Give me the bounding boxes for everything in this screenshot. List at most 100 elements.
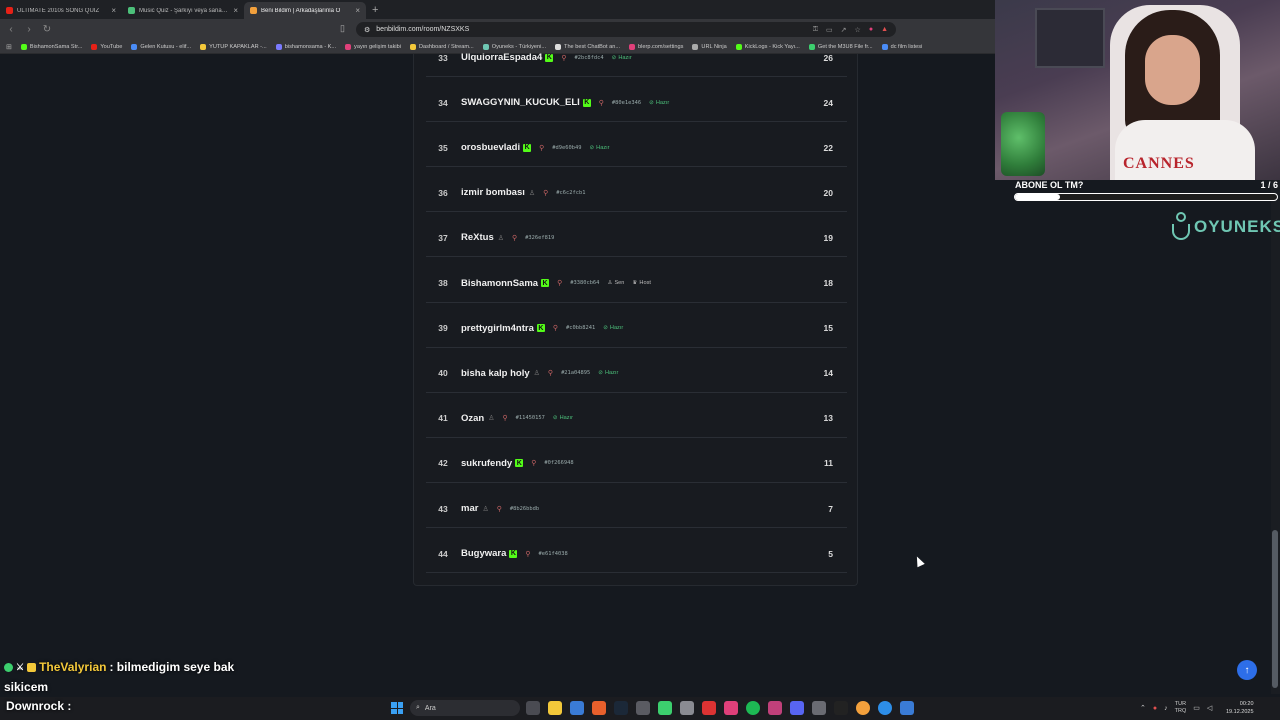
bookmark-item[interactable]: yayın gelişim takibi bbox=[345, 43, 401, 50]
system-clock[interactable]: 00:20 19.12.2025 bbox=[1226, 700, 1254, 716]
player-rank: 39 bbox=[438, 323, 448, 334]
language-indicator[interactable]: TUR TRQ bbox=[1175, 701, 1187, 715]
tray-chevron-icon[interactable]: ⌃ bbox=[1140, 704, 1146, 712]
voice-icon[interactable]: ⚲ bbox=[503, 414, 508, 422]
brand-text: OYUNEKS bbox=[1194, 217, 1280, 236]
volume-icon[interactable]: ◁ bbox=[1207, 704, 1212, 712]
steam-icon[interactable] bbox=[614, 701, 628, 715]
new-tab-button[interactable]: + bbox=[372, 2, 378, 19]
kick-badge-icon: K bbox=[509, 549, 518, 558]
bookmark-favicon-icon bbox=[345, 43, 352, 50]
you-label: Sen bbox=[614, 280, 625, 286]
system-tray: ⌃ ● ♪ TUR TRQ ▭ ◁ bbox=[1140, 701, 1212, 715]
ready-badge: ⊘ Hazır bbox=[553, 415, 573, 421]
tab-close-icon[interactable]: × bbox=[233, 6, 238, 15]
app-icon-8[interactable] bbox=[680, 701, 694, 715]
voice-icon[interactable]: ⚲ bbox=[599, 99, 604, 107]
task-view-icon[interactable] bbox=[526, 701, 540, 715]
chrome-icon[interactable] bbox=[856, 701, 870, 715]
kick-badge-icon: K bbox=[541, 279, 550, 287]
app-icon-7[interactable] bbox=[658, 701, 672, 715]
edge-icon[interactable] bbox=[878, 701, 892, 715]
bookmark-favicon-icon bbox=[200, 43, 207, 50]
player-id: #2bc8fdc4 bbox=[574, 54, 604, 61]
voice-icon[interactable]: ⚲ bbox=[539, 144, 544, 152]
leaderboard-row: 35 orosbuevladi K ⚲ #d9e60b49 ⊘ Hazır 22 bbox=[426, 129, 847, 168]
file-explorer-icon[interactable] bbox=[548, 701, 562, 715]
network-icon[interactable]: ▭ bbox=[1193, 704, 1200, 712]
browser-tab[interactable]: Music Quiz - Şarkıyı veya sanatçıyı ta × bbox=[122, 2, 244, 19]
player-score: 7 bbox=[828, 503, 833, 514]
voice-icon[interactable]: ⚲ bbox=[497, 505, 502, 513]
store-icon[interactable] bbox=[570, 701, 584, 715]
bookmark-favicon-icon bbox=[91, 43, 98, 50]
extension-icon[interactable]: ● bbox=[869, 26, 873, 34]
app-icon-15[interactable] bbox=[834, 701, 848, 715]
app-icon-10[interactable] bbox=[724, 701, 738, 715]
ready-label: Hazır bbox=[618, 54, 632, 61]
player-score: 20 bbox=[823, 187, 833, 198]
bookmark-icon[interactable]: ▯ bbox=[340, 23, 345, 34]
apps-icon[interactable]: ⊞ bbox=[6, 43, 12, 51]
player-name: ReXtus bbox=[461, 232, 494, 244]
voice-icon[interactable]: ⚲ bbox=[548, 369, 553, 377]
forward-icon[interactable]: › bbox=[22, 24, 36, 35]
voice-icon[interactable]: ⚲ bbox=[557, 279, 562, 287]
reload-icon[interactable]: ↻ bbox=[40, 24, 54, 35]
voice-icon[interactable]: ⚲ bbox=[561, 54, 566, 62]
player-rank: 35 bbox=[438, 142, 448, 153]
bookmark-favicon-icon bbox=[275, 43, 282, 50]
voice-icon[interactable]: ⚲ bbox=[543, 189, 548, 197]
key-icon[interactable]: ⚿ bbox=[813, 26, 818, 34]
bookmark-star-icon[interactable]: ☆ bbox=[855, 26, 861, 34]
bookmark-item[interactable]: bishamonsama - K... bbox=[275, 43, 336, 50]
browser-tab[interactable]: ULTIMATE 2010s SONG QUIZ × bbox=[0, 2, 122, 19]
player-rank: 42 bbox=[438, 458, 448, 469]
oyuneks-figure-icon bbox=[1170, 212, 1192, 242]
leaderboard-panel: 33 UlquiorraEspada4 K ⚲ #2bc8fdc4 ⊘ Hazır 26 34 S… bbox=[413, 52, 858, 586]
app-icon-14[interactable] bbox=[812, 701, 826, 715]
scroll-to-top-button[interactable]: ↑ bbox=[1237, 660, 1257, 680]
voice-icon[interactable]: ⚲ bbox=[512, 234, 517, 242]
tray-app-icon[interactable]: ● bbox=[1153, 705, 1157, 712]
scrollbar-thumb[interactable] bbox=[1272, 530, 1278, 688]
app-icon-18[interactable] bbox=[900, 701, 914, 715]
voice-icon[interactable]: ⚲ bbox=[531, 459, 536, 467]
player-id: #d9e60b49 bbox=[552, 144, 582, 151]
address-bar[interactable]: ⚙ benbildim.com/room/NZSXKS ⚿ ▭ ↗ ☆ ● ▲ bbox=[356, 22, 896, 37]
share-icon[interactable]: ↗ bbox=[841, 26, 847, 34]
bookmark-item[interactable]: Gelen Kutusu - elif... bbox=[131, 43, 191, 50]
app-icon-12[interactable] bbox=[768, 701, 782, 715]
browser-tab[interactable]: Beni Bildim | Arkadaşlarınla O × bbox=[244, 2, 366, 19]
tab-favicon-icon bbox=[128, 7, 135, 14]
player-name: Ozan bbox=[461, 412, 485, 424]
player-name: orosbuevladi bbox=[461, 142, 521, 154]
voice-icon[interactable]: ⚲ bbox=[553, 324, 558, 332]
tab-close-icon[interactable]: × bbox=[111, 6, 116, 15]
leaderboard-row: 43 mar ♙ ⚲ #8b26bbdb 7 bbox=[426, 490, 847, 528]
bookmark-item[interactable]: dc film listesi bbox=[881, 43, 922, 50]
tab-close-icon[interactable]: × bbox=[355, 6, 360, 15]
alert-icon[interactable]: ▲ bbox=[881, 26, 888, 34]
app-icon-6[interactable] bbox=[636, 701, 650, 715]
voice-icon[interactable]: ⚲ bbox=[525, 550, 530, 558]
back-icon[interactable]: ‹ bbox=[4, 24, 18, 35]
taskbar-search[interactable]: ⌕ Ara bbox=[410, 700, 520, 716]
check-circle-icon: ⊘ bbox=[603, 325, 608, 332]
cast-icon[interactable]: ▭ bbox=[826, 26, 833, 34]
bookmark-item[interactable]: BishamonSama Str... bbox=[20, 43, 82, 50]
mic-icon[interactable]: ♪ bbox=[1164, 705, 1168, 712]
spotify-icon[interactable] bbox=[746, 701, 760, 715]
bookmark-item[interactable]: YouTube bbox=[91, 43, 122, 50]
site-info-icon[interactable]: ⚙ bbox=[364, 26, 370, 34]
discord-icon[interactable] bbox=[790, 701, 804, 715]
host-badge: ♛ Host bbox=[632, 280, 651, 286]
app-icon-9[interactable] bbox=[702, 701, 716, 715]
brave-browser-icon[interactable] bbox=[592, 701, 606, 715]
leaderboard-row: 41 Ozan ♙ ⚲ #11450157 ⊘ Hazır 13 bbox=[426, 400, 847, 438]
start-button[interactable] bbox=[391, 702, 403, 714]
ready-label: Hazır bbox=[559, 415, 573, 422]
clock-time: 00:20 bbox=[1239, 701, 1254, 707]
bookmark-item[interactable]: YUTUP KAPAKLAR -... bbox=[200, 43, 267, 50]
player-rank: 34 bbox=[438, 97, 448, 108]
